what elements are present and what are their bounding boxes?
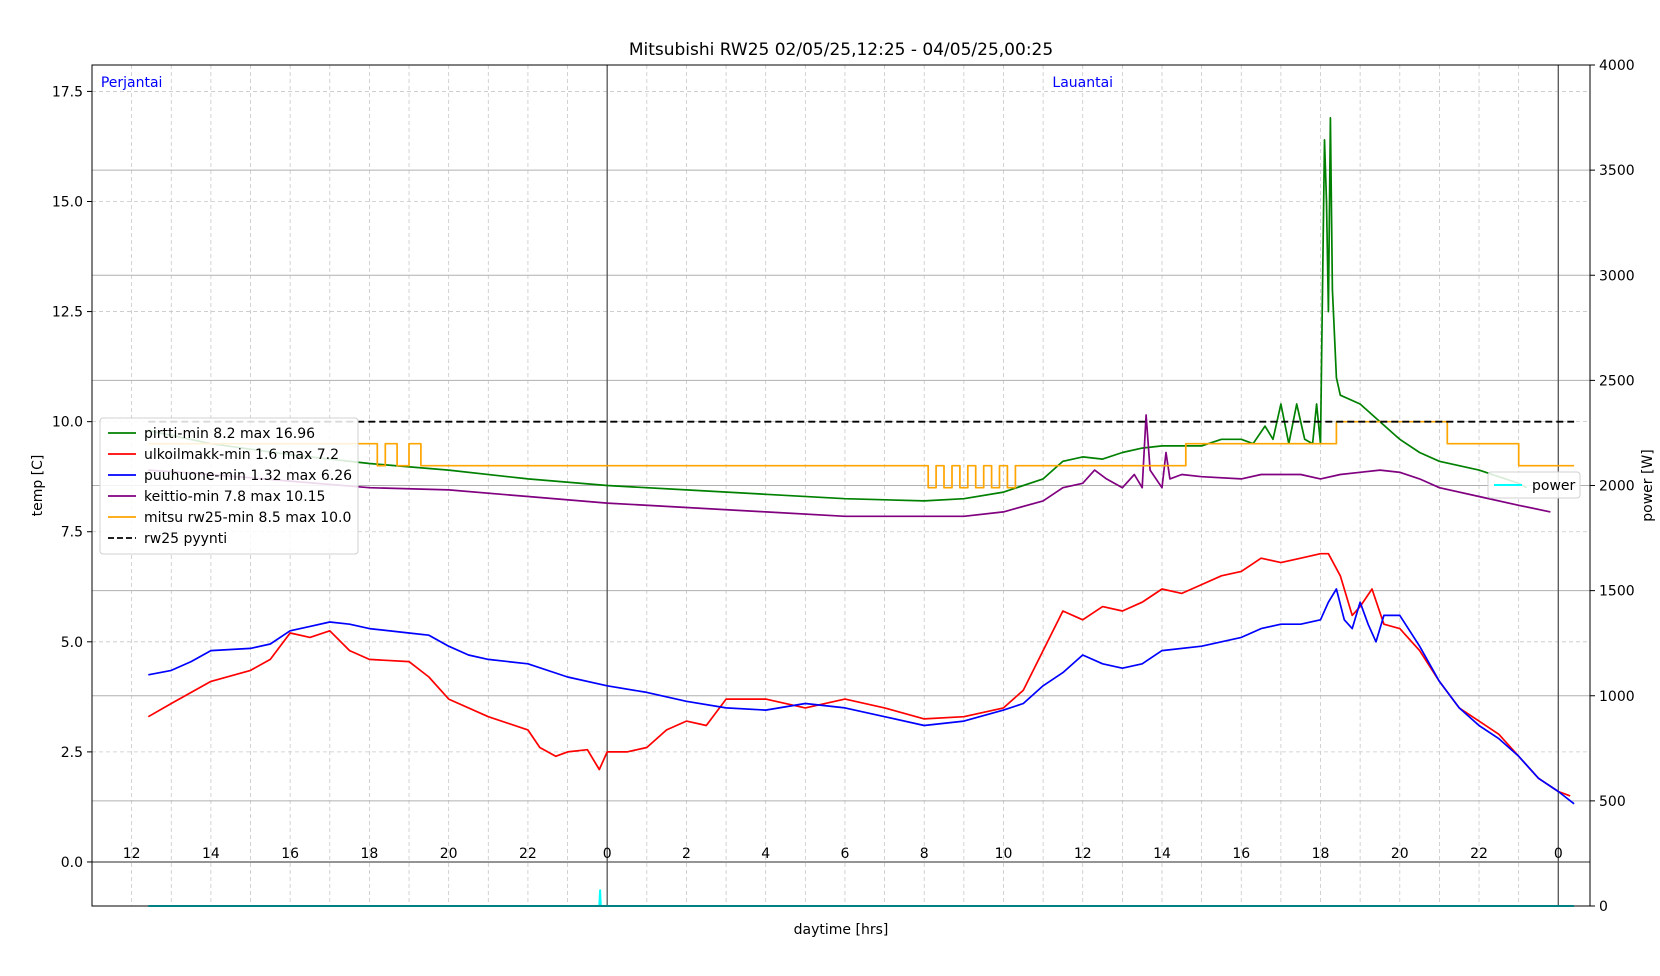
- hour-label: 0: [603, 846, 612, 862]
- legend-label: mitsu rw25-min 8.5 max 10.0: [144, 510, 351, 526]
- y-right-tick-label: 3000: [1599, 268, 1635, 284]
- legend-label: puuhuone-min 1.32 max 6.26: [144, 468, 352, 484]
- y-right-tick-label: 2000: [1599, 479, 1635, 495]
- legend-label: rw25 pyynti: [144, 531, 227, 547]
- y-tick-label: 17.5: [52, 84, 83, 100]
- legend-label: pirtti-min 8.2 max 16.96: [144, 426, 315, 442]
- y-axis-label: temp [C]: [30, 455, 46, 517]
- y-right-tick-label: 1500: [1599, 584, 1635, 600]
- hour-label: 12: [1074, 846, 1092, 862]
- legend: pirtti-min 8.2 max 16.96 ulkoilmakk-min 1…: [99, 417, 359, 555]
- hour-label: 18: [1312, 846, 1330, 862]
- x-axis-label: daytime [hrs]: [794, 922, 889, 938]
- power-legend: power: [1487, 471, 1581, 499]
- hour-label: 16: [281, 846, 299, 862]
- legend-label: keittio-min 7.8 max 10.15: [144, 489, 325, 505]
- y-tick-label: 0.0: [61, 855, 83, 871]
- y-tick-label: 5.0: [61, 635, 83, 651]
- hour-label: 22: [519, 846, 537, 862]
- y-tick-label: 2.5: [61, 745, 83, 761]
- y-tick-label: 7.5: [61, 525, 83, 541]
- y-tick-label: 10.0: [52, 415, 83, 431]
- hour-label: 10: [995, 846, 1013, 862]
- y-right-tick-label: 2500: [1599, 373, 1635, 389]
- hour-label: 14: [1153, 846, 1171, 862]
- hour-label: 16: [1232, 846, 1250, 862]
- hour-label: 14: [202, 846, 220, 862]
- y-axis-right-label: power [W]: [1640, 449, 1656, 522]
- hour-label: 4: [761, 846, 770, 862]
- legend-label: ulkoilmakk-min 1.6 max 7.2: [144, 447, 339, 463]
- y-right-tick-label: 0: [1599, 899, 1608, 915]
- hour-label: 12: [123, 846, 141, 862]
- hour-label: 2: [682, 846, 691, 862]
- chart-title: Mitsubishi RW25 02/05/25,12:25 - 04/05/2…: [629, 40, 1053, 60]
- y-right-tick-label: 1000: [1599, 689, 1635, 705]
- hour-label: 20: [440, 846, 458, 862]
- y-tick-label: 12.5: [52, 305, 83, 321]
- day-label: Perjantai: [101, 75, 163, 91]
- y-right-tick-label: 3500: [1599, 163, 1635, 179]
- hour-label: 0: [1554, 846, 1563, 862]
- chart: 0.02.55.07.510.012.515.017.5050010001500…: [0, 0, 1660, 976]
- hour-label: 20: [1391, 846, 1409, 862]
- y-right-tick-label: 500: [1599, 794, 1626, 810]
- hour-label: 22: [1470, 846, 1488, 862]
- hour-label: 8: [920, 846, 929, 862]
- hour-label: 18: [360, 846, 378, 862]
- hour-label: 6: [841, 846, 850, 862]
- day-label: Lauantai: [1052, 75, 1113, 91]
- y-tick-label: 15.0: [52, 194, 83, 210]
- legend-label: power: [1532, 478, 1576, 494]
- y-right-tick-label: 4000: [1599, 58, 1635, 74]
